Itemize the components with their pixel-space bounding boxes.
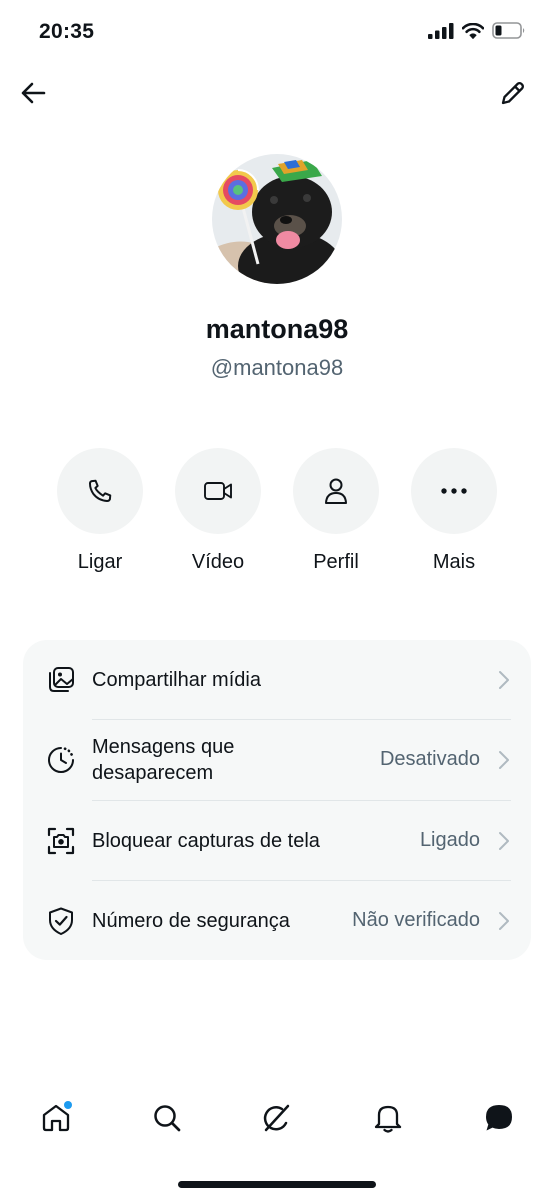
- avatar-image: [212, 154, 342, 284]
- share-media-label: Compartilhar mídia: [92, 669, 261, 691]
- arrow-left-icon: [21, 82, 46, 104]
- status-icons: [428, 22, 526, 39]
- cellular-signal-icon: [428, 22, 454, 39]
- tab-search[interactable]: [147, 1098, 187, 1138]
- notification-dot: [64, 1101, 72, 1109]
- bell-icon: [374, 1105, 402, 1133]
- status-time: 20:35: [39, 20, 95, 43]
- chevron-right-icon: [499, 751, 509, 769]
- video-button[interactable]: Vídeo: [175, 448, 261, 574]
- home-indicator: [178, 1181, 376, 1188]
- back-button[interactable]: [16, 76, 50, 110]
- profile-button-circle[interactable]: [293, 448, 379, 534]
- block-screenshots-value: Ligado: [419, 829, 480, 851]
- search-icon: [154, 1105, 181, 1132]
- tab-notifications[interactable]: [368, 1098, 408, 1138]
- battery-icon: [492, 22, 525, 39]
- phone-icon: [88, 479, 112, 503]
- chat-bubble-icon: [486, 1105, 512, 1131]
- profile-button[interactable]: Perfil: [293, 448, 379, 574]
- safety-number-value: Não verificado: [352, 909, 480, 931]
- disappearing-messages-value: Desativado: [379, 748, 480, 770]
- edit-button[interactable]: [496, 76, 530, 110]
- video-button-circle[interactable]: [175, 448, 261, 534]
- bottom-tab-bar: [0, 1090, 554, 1150]
- more-button-circle[interactable]: [411, 448, 497, 534]
- call-button[interactable]: Ligar: [57, 448, 143, 574]
- profile-label: Perfil: [313, 551, 359, 573]
- call-label: Ligar: [77, 551, 123, 573]
- screenshot-camera-icon: [45, 825, 77, 857]
- call-button-circle[interactable]: [57, 448, 143, 534]
- disappearing-messages-row[interactable]: Mensagens que desaparecem Desativado: [23, 720, 531, 800]
- top-bar: [0, 70, 554, 120]
- disappearing-messages-label: Mensagens que desaparecem: [92, 734, 234, 786]
- tab-home[interactable]: [36, 1098, 76, 1138]
- more-label: Mais: [432, 551, 476, 573]
- disappearing-messages-label-line1: Mensagens que: [92, 736, 235, 758]
- more-horizontal-icon: [441, 488, 467, 494]
- person-icon: [325, 478, 347, 504]
- share-media-row[interactable]: Compartilhar mídia: [23, 640, 531, 720]
- safety-number-row[interactable]: Número de segurança Não verificado: [23, 881, 531, 961]
- wifi-icon: [462, 22, 484, 39]
- chevron-right-icon: [499, 912, 509, 930]
- more-button[interactable]: Mais: [411, 448, 497, 574]
- shield-check-icon: [45, 905, 77, 937]
- timer-icon: [45, 744, 77, 776]
- safety-number-label: Número de segurança: [92, 910, 290, 932]
- block-screenshots-label: Bloquear capturas de tela: [92, 830, 320, 852]
- pencil-icon: [501, 82, 524, 105]
- username-handle: @mantona98: [210, 355, 344, 380]
- chevron-right-icon: [499, 832, 509, 850]
- tab-grok[interactable]: [257, 1098, 297, 1138]
- grok-icon: [263, 1104, 290, 1132]
- display-name: mantona98: [205, 314, 349, 344]
- status-bar: 20:35: [0, 0, 554, 64]
- video-camera-icon: [204, 482, 232, 500]
- conversation-settings-card: Compartilhar mídia Mensagens que desapar…: [23, 640, 531, 960]
- avatar[interactable]: [212, 154, 342, 284]
- video-label: Vídeo: [191, 551, 245, 573]
- block-screenshots-row[interactable]: Bloquear capturas de tela Ligado: [23, 801, 531, 881]
- disappearing-messages-label-line2: desaparecem: [92, 762, 214, 784]
- tab-messages[interactable]: [479, 1098, 519, 1138]
- chevron-right-icon: [499, 671, 509, 689]
- media-gallery-icon: [45, 664, 77, 696]
